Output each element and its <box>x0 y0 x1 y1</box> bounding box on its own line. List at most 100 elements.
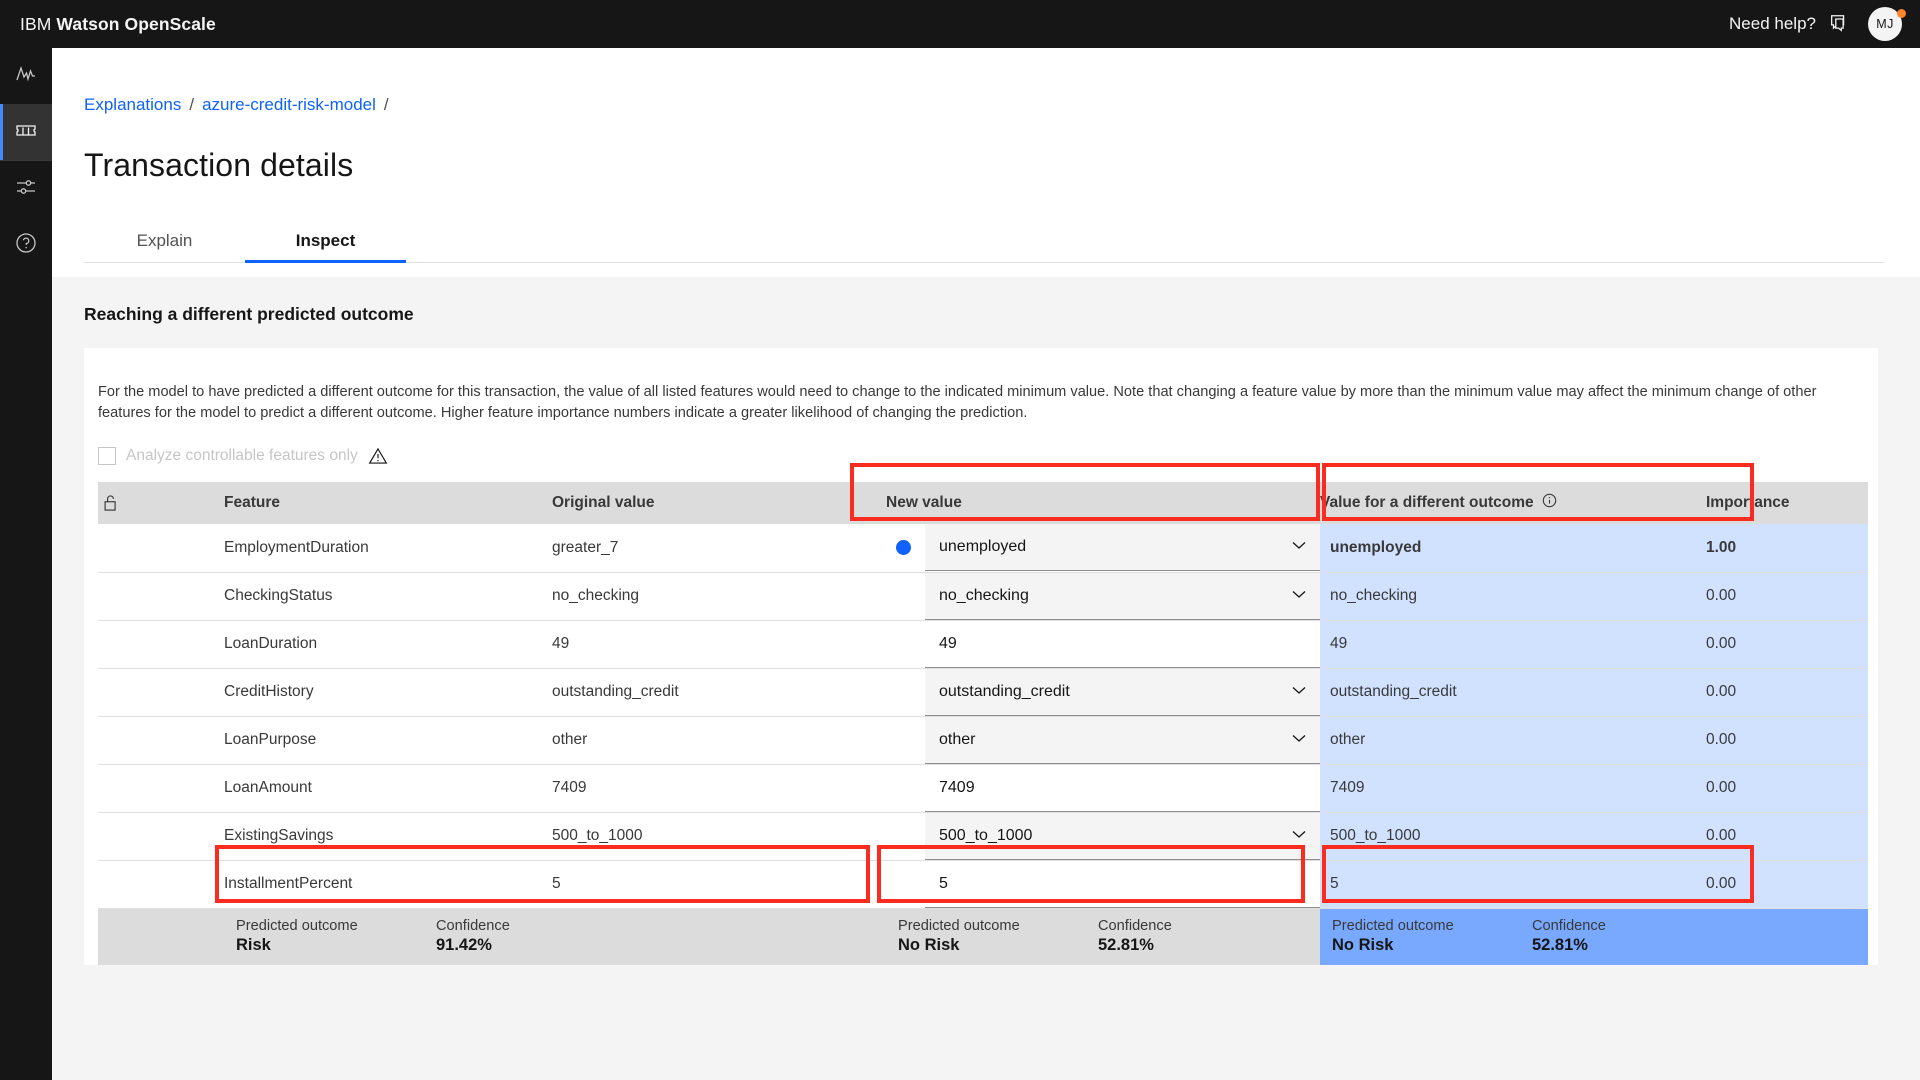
column-original-value[interactable]: Original value <box>552 482 886 524</box>
new-value-dropdown-text: other <box>939 731 975 749</box>
section-title: Reaching a different predicted outcome <box>84 304 1920 325</box>
new-value-dropdown[interactable]: 500_to_1000 <box>925 813 1320 860</box>
cell-different-outcome: outstanding_credit <box>1320 668 1706 716</box>
summary-new-outcome: Predicted outcome No Risk <box>898 917 1098 956</box>
sliders-settings-icon <box>14 175 38 204</box>
summary-outcome-value: No Risk <box>898 935 1098 956</box>
table-row[interactable]: LoanDuration 49 49 49 0.00 <box>98 620 1868 668</box>
table-row[interactable]: LoanAmount 7409 7409 7409 0.00 <box>98 764 1868 812</box>
sidebar-item-transactions[interactable] <box>0 104 52 160</box>
cell-importance: 0.00 <box>1706 860 1868 908</box>
breadcrumb: Explanations / azure-credit-risk-model / <box>84 95 1920 115</box>
app-brand[interactable]: IBM Watson OpenScale <box>20 14 216 35</box>
new-value-dropdown[interactable]: outstanding_credit <box>925 669 1320 716</box>
summary-confidence-value: 91.42% <box>436 935 510 956</box>
cell-new-value[interactable]: 7409 <box>886 764 1320 812</box>
table-row[interactable]: ExistingSavings 500_to_1000 500_to_1000 <box>98 812 1868 860</box>
sidebar-item-monitor[interactable] <box>0 48 52 104</box>
new-value-input[interactable]: 49 <box>925 621 1320 668</box>
new-value-dropdown-text: outstanding_credit <box>939 683 1070 701</box>
summary-confidence-label: Confidence <box>1532 917 1606 935</box>
new-value-input-text: 5 <box>939 875 948 893</box>
cell-original-value: 500_to_1000 <box>552 812 886 860</box>
chevron-down-icon <box>1292 590 1306 599</box>
cell-importance: 0.00 <box>1706 572 1868 620</box>
row-lock-cell[interactable] <box>98 524 224 572</box>
column-feature[interactable]: Feature <box>224 482 552 524</box>
notification-dot-icon <box>1897 9 1906 18</box>
summary-different: Predicted outcome No Risk Confidence 52.… <box>1320 909 1868 965</box>
row-lock-cell[interactable] <box>98 764 224 812</box>
analyze-controllable-checkbox[interactable] <box>98 447 116 465</box>
brand-product: Watson OpenScale <box>56 14 215 34</box>
column-different-outcome-label: Value for a different outcome <box>1320 494 1534 512</box>
new-value-dropdown[interactable]: unemployed <box>925 524 1320 571</box>
cell-new-value[interactable]: other <box>886 716 1320 764</box>
row-lock-cell[interactable] <box>98 812 224 860</box>
section-description: For the model to have predicted a differ… <box>84 348 1864 424</box>
cell-new-value[interactable]: unemployed <box>886 524 1320 572</box>
summary-confidence-value: 52.81% <box>1098 935 1172 956</box>
tab-explain[interactable]: Explain <box>84 221 245 263</box>
controllable-features-control[interactable]: Analyze controllable features only <box>84 424 1878 482</box>
summary-original: Predicted outcome Risk Confidence 91.42% <box>224 909 886 965</box>
need-help-label[interactable]: Need help? <box>1729 14 1816 34</box>
cell-different-outcome: other <box>1320 716 1706 764</box>
chevron-down-icon <box>1292 734 1306 743</box>
column-different-outcome[interactable]: Value for a different outcome <box>1320 482 1706 524</box>
column-importance[interactable]: Importance <box>1706 482 1868 524</box>
breadcrumb-separator-2: / <box>384 95 389 115</box>
breadcrumb-separator-1: / <box>189 95 194 115</box>
cell-different-outcome: 49 <box>1320 620 1706 668</box>
cell-new-value[interactable]: 49 <box>886 620 1320 668</box>
table-row[interactable]: CheckingStatus no_checking no_checking <box>98 572 1868 620</box>
cell-different-outcome: 7409 <box>1320 764 1706 812</box>
help-circle-icon <box>14 231 38 260</box>
header-actions: Need help? MJ <box>1729 7 1902 41</box>
column-new-value[interactable]: New value <box>886 482 1320 524</box>
new-value-dropdown-text: no_checking <box>939 587 1029 605</box>
row-lock-cell[interactable] <box>98 860 224 908</box>
table-row[interactable]: CreditHistory outstanding_credit outstan… <box>98 668 1868 716</box>
info-circle-icon[interactable] <box>1542 493 1557 513</box>
transaction-ticket-icon <box>14 118 38 147</box>
unlocked-padlock-icon[interactable] <box>98 493 224 513</box>
row-lock-cell[interactable] <box>98 716 224 764</box>
new-value-input[interactable]: 5 <box>925 861 1320 908</box>
new-value-dropdown-text: 500_to_1000 <box>939 827 1032 845</box>
chat-bubble-icon[interactable] <box>1828 13 1850 35</box>
breadcrumb-item-explanations[interactable]: Explanations <box>84 95 181 115</box>
summary-confidence-label: Confidence <box>436 917 510 935</box>
new-value-dropdown[interactable]: other <box>925 717 1320 764</box>
row-lock-cell[interactable] <box>98 620 224 668</box>
sidebar-item-help[interactable] <box>0 217 52 273</box>
chevron-down-icon <box>1292 830 1306 839</box>
sidebar-item-configuration[interactable] <box>0 161 52 217</box>
analyze-controllable-label: Analyze controllable features only <box>126 447 358 465</box>
cell-new-value[interactable]: 5 <box>886 860 1320 908</box>
table-row[interactable]: InstallmentPercent 5 5 5 0.00 <box>98 860 1868 908</box>
cell-new-value[interactable]: 500_to_1000 <box>886 812 1320 860</box>
row-lock-cell[interactable] <box>98 668 224 716</box>
chevron-down-icon <box>1292 541 1306 550</box>
cell-importance: 0.00 <box>1706 812 1868 860</box>
warning-triangle-icon[interactable] <box>368 446 388 466</box>
cell-original-value: other <box>552 716 886 764</box>
summary-confidence-label: Confidence <box>1098 917 1172 935</box>
brand-ibm: IBM <box>20 14 51 34</box>
new-value-dropdown[interactable]: no_checking <box>925 573 1320 620</box>
table-row[interactable]: EmploymentDuration greater_7 unemployed <box>98 524 1868 572</box>
cell-different-outcome: no_checking <box>1320 572 1706 620</box>
cell-new-value[interactable]: no_checking <box>886 572 1320 620</box>
cell-different-outcome: 5 <box>1320 860 1706 908</box>
cell-new-value[interactable]: outstanding_credit <box>886 668 1320 716</box>
new-value-input-text: 49 <box>939 635 957 653</box>
breadcrumb-item-model[interactable]: azure-credit-risk-model <box>202 95 376 115</box>
counterfactual-panel: For the model to have predicted a differ… <box>84 348 1878 965</box>
new-value-input[interactable]: 7409 <box>925 765 1320 812</box>
tab-inspect[interactable]: Inspect <box>245 221 406 263</box>
table-row[interactable]: LoanPurpose other other other <box>98 716 1868 764</box>
row-lock-cell[interactable] <box>98 572 224 620</box>
cell-feature: ExistingSavings <box>224 812 552 860</box>
changed-value-dot-icon <box>896 540 911 555</box>
